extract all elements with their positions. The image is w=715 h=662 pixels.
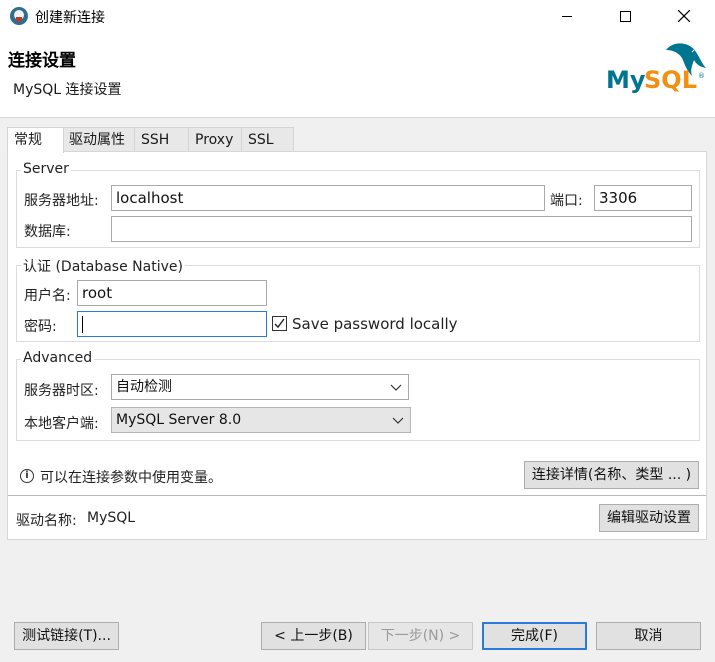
tab-driver-properties-label: 驱动属性 bbox=[69, 132, 125, 148]
host-input[interactable]: localhost bbox=[111, 185, 545, 211]
window-title: 创建新连接 bbox=[35, 10, 105, 26]
server-group-title: Server bbox=[21, 161, 71, 177]
client-select[interactable]: MySQL Server 8.0 bbox=[111, 407, 411, 433]
username-label: 用户名: bbox=[24, 288, 71, 304]
port-input[interactable]: 3306 bbox=[594, 185, 692, 211]
mysql-logo: My SQL ® bbox=[606, 43, 706, 94]
tab-ssl[interactable]: SSL bbox=[241, 127, 294, 152]
minimize-icon bbox=[562, 15, 572, 17]
auth-group-title: 认证 (Database Native) bbox=[21, 256, 185, 276]
dbeaver-app-icon bbox=[10, 7, 28, 25]
edit-driver-button[interactable]: 编辑驱动设置 bbox=[599, 504, 699, 532]
minimize-button[interactable] bbox=[544, 0, 590, 32]
tab-ssh[interactable]: SSH bbox=[134, 127, 189, 152]
tab-ssl-label: SSL bbox=[248, 132, 274, 148]
close-button[interactable] bbox=[661, 0, 707, 32]
tab-general-label: 常规 bbox=[14, 132, 42, 148]
connection-details-button[interactable]: 连接详情(名称、类型 ... ) bbox=[524, 461, 699, 489]
close-icon bbox=[678, 10, 690, 22]
general-tab-panel: Server 服务器地址: localhost 端口: 3306 数据库: 认证… bbox=[7, 151, 707, 540]
tab-proxy[interactable]: Proxy bbox=[188, 127, 242, 152]
driver-name-label: 驱动名称: bbox=[16, 513, 77, 529]
title-bar: 创建新连接 bbox=[0, 0, 715, 32]
svg-text:My: My bbox=[606, 66, 646, 94]
driver-name-value: MySQL bbox=[87, 510, 136, 526]
maximize-button[interactable] bbox=[602, 0, 648, 32]
info-text: 可以在连接参数中使用变量。 bbox=[40, 470, 222, 486]
text-caret bbox=[82, 316, 83, 333]
client-label: 本地客户端: bbox=[24, 416, 99, 432]
host-label: 服务器地址: bbox=[24, 193, 99, 209]
wizard-header: 连接设置 MySQL 连接设置 My SQL ® bbox=[0, 32, 715, 118]
password-label: 密码: bbox=[24, 319, 57, 335]
tab-proxy-label: Proxy bbox=[195, 132, 234, 148]
tab-driver-properties[interactable]: 驱动属性 bbox=[62, 127, 135, 152]
timezone-label: 服务器时区: bbox=[24, 383, 99, 399]
next-button[interactable]: 下一步(N) > bbox=[368, 622, 473, 650]
info-icon: i bbox=[20, 469, 34, 483]
svg-text:®: ® bbox=[698, 72, 705, 80]
cancel-button[interactable]: 取消 bbox=[596, 622, 701, 650]
tab-ssh-label: SSH bbox=[141, 132, 170, 148]
back-button[interactable]: < 上一步(B) bbox=[261, 622, 366, 650]
page-subtitle: MySQL 连接设置 bbox=[13, 82, 122, 98]
page-title: 连接设置 bbox=[8, 51, 76, 71]
svg-text:SQL: SQL bbox=[644, 66, 697, 94]
save-password-label[interactable]: Save password locally bbox=[292, 315, 458, 333]
username-input[interactable]: root bbox=[77, 280, 267, 306]
chevron-down-icon bbox=[390, 384, 402, 391]
checkmark-icon bbox=[274, 318, 285, 329]
divider bbox=[8, 495, 706, 496]
password-input[interactable] bbox=[77, 311, 267, 337]
database-label: 数据库: bbox=[24, 224, 71, 240]
save-password-checkbox[interactable] bbox=[272, 316, 287, 331]
advanced-group-title: Advanced bbox=[21, 350, 95, 366]
finish-button[interactable]: 完成(F) bbox=[482, 622, 587, 650]
database-input[interactable] bbox=[111, 216, 692, 242]
maximize-icon bbox=[619, 10, 631, 22]
port-label: 端口: bbox=[550, 193, 583, 209]
test-connection-button[interactable]: 测试链接(T)... bbox=[14, 622, 119, 650]
timezone-value: 自动检测 bbox=[116, 379, 172, 395]
timezone-select[interactable]: 自动检测 bbox=[111, 374, 409, 400]
chevron-down-icon bbox=[392, 417, 404, 424]
tab-general[interactable]: 常规 bbox=[7, 127, 64, 153]
client-value: MySQL Server 8.0 bbox=[116, 412, 242, 428]
